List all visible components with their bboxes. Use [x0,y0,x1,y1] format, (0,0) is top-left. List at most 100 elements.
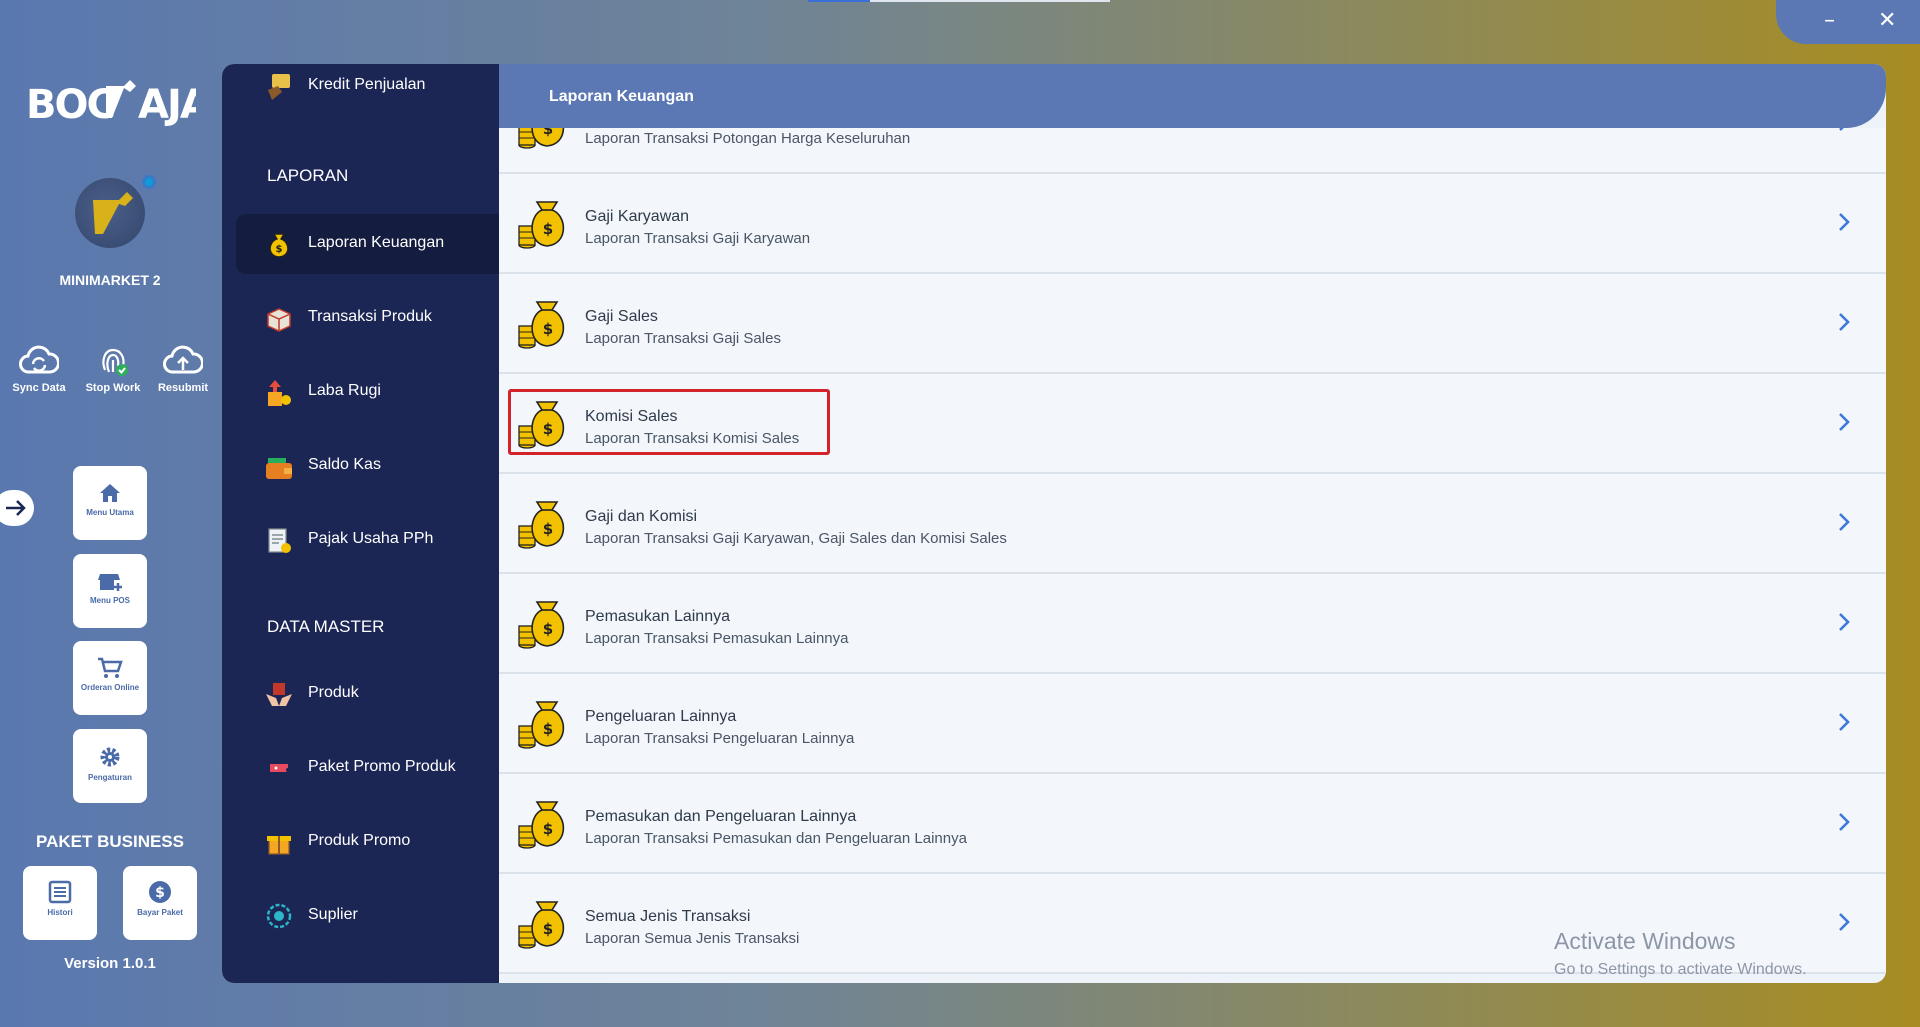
expand-sidebar-button[interactable] [0,490,34,526]
chevron-right-icon [1839,128,1844,131]
report-subtitle: Laporan Transaksi Gaji Karyawan, Gaji Sa… [585,530,1007,547]
stop-work-label: Stop Work [85,382,141,394]
report-row[interactable]: $ Gaji Sales Laporan Transaksi Gaji Sales [499,274,1886,374]
money-bag-icon: $ [518,501,565,549]
report-row[interactable]: $ Gaji dan Komisi Laporan Transaksi Gaji K… [499,474,1886,574]
report-title: Gaji dan Komisi [585,508,698,525]
section-laporan: LAPORAN [267,166,349,185]
bayar-paket-label: Bayar Paket [137,908,183,917]
sidebar-item-suplier[interactable]: Suplier [236,886,499,946]
app-version: Version 1.0.1 [64,955,156,972]
watermark-title: Activate Windows [1554,928,1736,954]
sidebar-nav: Kredit Penjualan LAPORAN $ Laporan Keuan… [222,64,499,983]
svg-text:$: $ [276,244,283,255]
sidebar-item-laba-rugi[interactable]: Laba Rugi [236,362,499,422]
sidebar-item-label: Laporan Keuangan [308,234,445,251]
chevron-right-icon [1839,513,1850,531]
watermark-subtitle: Go to Settings to activate Windows. [1554,961,1807,978]
bayar-paket-button[interactable]: $ Bayar Paket [123,866,197,940]
store-icon [98,574,122,591]
sidebar-item-label: Transaksi Produk [308,308,432,325]
report-row[interactable]: $ Gaji Karyawan Laporan Transaksi Gaji Kar… [499,174,1886,274]
resubmit-button[interactable]: Resubmit [148,344,218,394]
sidebar-item-pajak-usaha-pph[interactable]: Pajak Usaha PPh [236,510,499,570]
money-bag-icon: $ [269,233,289,258]
money-bag-icon: $ [518,901,565,949]
report-row[interactable]: $ Komisi Sales Laporan Transaksi Komisi Sa… [499,374,1886,474]
app-logo: BOC AJA [26,78,213,128]
report-row[interactable]: $ Pemasukan dan Pengeluaran Lainnya Lapora… [499,774,1886,874]
menu-pos-label: Menu POS [89,596,130,605]
list-icon [48,880,72,904]
sidebar-item-transaksi-produk[interactable]: Transaksi Produk [236,288,499,348]
report-subtitle: Laporan Transaksi Pemasukan Lainnya [585,630,849,647]
sidebar-item-kredit-penjualan[interactable]: Kredit Penjualan [236,64,499,116]
sync-data-button[interactable]: Sync Data [4,344,74,394]
report-subtitle: Laporan Transaksi Pengeluaran Lainnya [585,730,855,747]
chevron-right-icon [1839,413,1850,431]
svg-text:$: $ [543,520,553,538]
close-button[interactable]: ✕ [1878,6,1896,36]
minimize-button[interactable]: – [1824,6,1835,36]
gear-icon [100,747,120,767]
histori-button[interactable]: Histori [23,866,97,940]
window-controls: – ✕ [1776,0,1920,44]
sidebar-item-produk[interactable]: Produk [236,664,499,724]
package-title: PAKET BUSINESS [36,832,184,851]
fingerprint-icon [102,348,128,376]
resubmit-label: Resubmit [157,382,209,394]
svg-text:BOC: BOC [26,82,114,128]
sidebar-item-label: Kredit Penjualan [308,76,426,93]
report-row[interactable]: $ Pengeluaran Lainnya Laporan Transaksi Pe… [499,674,1886,774]
report-title: Gaji Karyawan [585,208,690,225]
sidebar-item-saldo-kas[interactable]: Saldo Kas [236,436,499,496]
money-bag-icon: $ [518,128,565,149]
money-bag-icon: $ [518,301,565,349]
report-list: $ Laporan Transaksi Potongan Harga Keselu… [499,128,1886,983]
top-progress-fill [808,0,870,2]
stop-work-button[interactable]: Stop Work [78,344,148,394]
orderan-online-button[interactable]: Orderan Online [73,641,147,715]
sidebar-item-produk-promo[interactable]: Produk Promo [236,812,499,872]
svg-text:$: $ [543,320,553,338]
sidebar-item-laporan-keuangan[interactable]: $ Laporan Keuangan [236,214,499,274]
money-bag-icon: $ [518,801,565,849]
report-row[interactable]: $ Laporan Transaksi Potongan Harga Keselu… [499,128,1886,174]
report-row[interactable]: $ Pemasukan Lainnya Laporan Transaksi Pema… [499,574,1886,674]
chevron-right-icon [1839,913,1850,931]
svg-text:$: $ [543,620,553,638]
report-subtitle: Laporan Transaksi Gaji Karyawan [585,230,811,247]
svg-text:$: $ [543,720,553,738]
report-title: Pengeluaran Lainnya [585,708,737,725]
pengaturan-button[interactable]: Pengaturan [73,729,147,803]
money-bag-icon: $ [518,201,565,249]
report-subtitle: Laporan Semua Jenis Transaksi [585,930,800,947]
cloud-sync-icon [19,345,59,374]
report-subtitle: Laporan Transaksi Komisi Sales [585,430,800,447]
orderan-online-label: Orderan Online [80,683,140,692]
report-subtitle: Laporan Transaksi Pemasukan dan Pengelua… [585,830,967,847]
home-icon [100,484,120,502]
store-avatar [75,178,145,248]
section-data-master: DATA MASTER [267,617,385,636]
windows-activation-watermark: Activate Windows Go to Settings to activ… [1554,928,1807,979]
sidebar-item-paket-promo-produk[interactable]: Paket Promo Produk [236,738,499,798]
chevron-right-icon [1839,813,1850,831]
report-title: Gaji Sales [585,308,658,325]
chevron-right-icon [1839,213,1850,231]
pengaturan-label: Pengaturan [87,773,132,782]
histori-label: Histori [47,908,73,917]
menu-pos-button[interactable]: Menu POS [73,554,147,628]
svg-text:AJA: AJA [138,82,196,128]
wallet-icon [266,458,292,479]
svg-text:$: $ [155,885,165,901]
report-title: Semua Jenis Transaksi [585,908,751,925]
product-box-icon [267,308,291,332]
menu-utama-button[interactable]: Menu Utama [73,466,147,540]
sidebar-item-label: Saldo Kas [308,456,381,473]
content-header: Laporan Keuangan [499,64,1886,128]
menu-utama-label: Menu Utama [86,508,134,517]
chevron-right-icon [1839,713,1850,731]
money-bag-icon: $ [518,401,565,449]
sidebar-item-label: Suplier [308,906,358,923]
